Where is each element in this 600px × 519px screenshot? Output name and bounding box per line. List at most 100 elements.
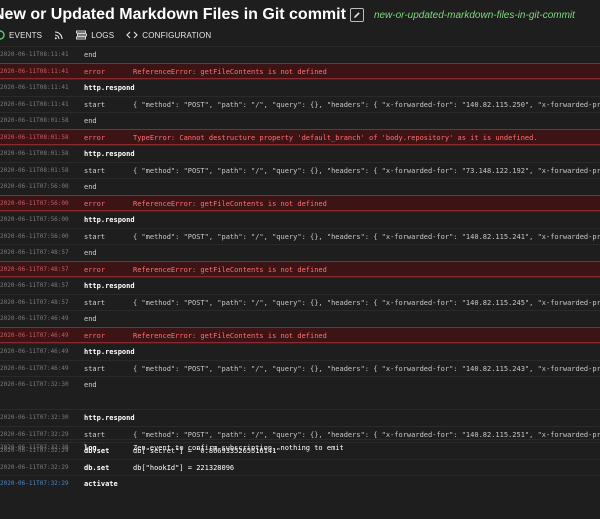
log-type: http.respond [84,414,135,422]
log-message: { "method": "POST", "path": "/", "query"… [133,232,600,241]
workflow-slug: new-or-updated-markdown-files-in-git-com… [373,9,575,21]
log-row[interactable]: 2020-06-11T07:46:49 end [0,310,600,327]
log-type: error [84,199,106,208]
log-row[interactable]: 2020-06-11T07:48:57 http.respond [0,277,600,294]
log-row[interactable]: 2020-06-11T07:56:00 end [0,178,600,195]
tab-logs-label: LOGS [91,30,115,40]
log-timestamp: 2020-06-11T07:48:57 [0,265,69,273]
log-message: db["secret"] = "0.8669335265516141" [133,447,281,455]
tab-logs[interactable] [54,30,68,40]
log-row-error[interactable]: 2020-06-11T07:46:49 error ReferenceError: … [0,326,600,343]
log-type: http.respond [84,150,135,158]
log-row[interactable]: 2020-06-11T07:46:49 start { "method": "POS… [0,359,600,377]
log-message: ReferenceError: getFileContents is not d… [133,199,327,208]
log-row[interactable]: 2020-06-11T08:01:58 end [0,112,600,129]
log-timestamp: 2020-06-11T08:01:58 [0,166,69,174]
log-row[interactable]: 2020-06-11T08:11:41 start { "method": "POS… [0,95,600,113]
log-type: error [84,265,106,274]
log-timestamp: 2020-06-11T08:01:58 [0,133,69,141]
log-type: error [84,331,106,340]
log-type: end [84,249,97,257]
log-message: TypeError: Cannot destructure property '… [133,133,538,142]
log-timestamp: 2020-06-11T07:56:00 [0,216,69,223]
log-type: end [84,381,97,389]
log-row[interactable]: 2020-06-11T07:32:29 activate [0,475,600,492]
log-type: http.respond [84,216,135,224]
rss-icon [55,31,63,40]
log-row[interactable]: 2020-06-11T08:01:58 http.respond [0,145,600,162]
log-row[interactable]: 2020-06-11T07:32:29 db.set db["secret"] = … [0,442,600,459]
log-type: db.set [84,463,110,472]
log-message: db["hookId"] = 221328096 [133,463,235,472]
log-timestamp: 2020-06-11T07:56:00 [0,183,69,190]
tab-logs-item[interactable]: LOGS [76,30,114,40]
log-list: 2020-06-11T08:11:41 end 2020-06-11T08:11:4… [0,46,600,492]
log-row-error[interactable]: 2020-06-11T08:11:41 error ReferenceError: … [0,62,600,79]
log-row[interactable]: 2020-06-11T07:32:30 http.respond [0,409,600,426]
log-timestamp: 2020-06-11T08:11:41 [0,67,69,75]
log-row-error[interactable]: 2020-06-11T07:48:57 error ReferenceError: … [0,260,600,277]
log-timestamp: 2020-06-11T07:46:49 [0,364,69,372]
log-row[interactable]: 2020-06-11T07:32:29 db.set db["hookId"] = … [0,458,600,476]
log-row[interactable]: 2020-06-11T07:48:57 end [0,244,600,261]
log-type: http.respond [84,84,135,92]
log-timestamp: 2020-06-11T07:46:49 [0,348,69,355]
log-message: ReferenceError: getFileContents is not d… [133,67,327,76]
log-timestamp: 2020-06-11T07:32:30 [0,381,69,388]
log-type: start [84,298,106,307]
log-type: start [84,232,106,241]
log-message: { "method": "POST", "path": "/", "query"… [133,298,600,307]
tab-events[interactable]: EVENTS [0,30,42,40]
log-timestamp: 2020-06-11T07:56:00 [0,199,69,207]
log-message: { "method": "POST", "path": "/", "query"… [133,166,600,175]
tab-configuration-label: CONFIGURATION [142,30,212,40]
log-row[interactable]: 2020-06-11T08:01:58 start { "method": "POS… [0,161,600,179]
page-title: New or Updated Markdown Files in Git com… [0,6,346,23]
log-timestamp: 2020-06-11T07:48:57 [0,282,69,289]
log-row[interactable]: 2020-06-11T07:48:57 start { "method": "POS… [0,293,600,311]
log-type: db.set [84,447,110,455]
log-timestamp: 2020-06-11T07:32:29 [0,430,69,438]
log-message: { "method": "POST", "path": "/", "query"… [133,100,600,109]
log-row[interactable]: 2020-06-11T08:11:41 http.respond [0,79,600,96]
log-type: http.respond [84,348,135,356]
log-message: { "method": "POST", "path": "/", "query"… [133,430,600,439]
log-timestamp: 2020-06-11T07:48:57 [0,249,69,256]
log-timestamp: 2020-06-11T07:32:29 [0,463,69,471]
log-timestamp: 2020-06-11T08:11:41 [0,100,69,108]
log-timestamp: 2020-06-11T08:01:58 [0,117,69,124]
log-timestamp: 2020-06-11T08:11:41 [0,84,69,91]
log-row[interactable]: 2020-06-11T07:32:29 start { "method": "POS… [0,425,600,443]
tab-configuration[interactable]: CONFIGURATION [126,30,211,40]
rss-icon [0,30,5,40]
log-type: activate [84,480,118,488]
log-type: error [84,133,106,142]
log-message: ReferenceError: getFileContents is not d… [133,265,327,274]
log-row[interactable]: 2020-06-11T07:46:49 http.respond [0,343,600,360]
log-message: { "method": "POST", "path": "/", "query"… [133,364,600,373]
log-row-error[interactable]: 2020-06-11T07:56:00 error ReferenceError: … [0,194,600,211]
log-type: end [84,315,97,323]
log-timestamp: 2020-06-11T07:46:49 [0,331,69,339]
log-message: ReferenceError: getFileContents is not d… [133,331,327,340]
log-type: http.respond [84,282,135,290]
log-row[interactable]: 2020-06-11T07:32:30 end [0,376,600,393]
log-row[interactable]: 2020-06-11T08:11:41 end [0,46,600,63]
log-type: start [84,166,106,175]
log-row[interactable]: 2020-06-11T07:56:00 http.respond [0,211,600,228]
log-type: start [84,100,106,109]
log-timestamp: 2020-06-11T08:11:41 [0,51,69,58]
tab-bar: EVENTS LOGS CONFIGURATION [0,27,211,43]
logs-icon [76,30,88,40]
log-timestamp: 2020-06-11T08:01:58 [0,150,69,157]
log-type: end [84,117,97,125]
log-row[interactable]: 2020-06-11T07:56:00 start { "method": "POS… [0,227,600,245]
edit-icon[interactable] [349,8,364,22]
title-row: New or Updated Markdown Files in Git com… [0,4,575,26]
page-header: New or Updated Markdown Files in Git com… [0,0,600,48]
log-timestamp: 2020-06-11T07:46:49 [0,315,69,322]
log-row-error[interactable]: 2020-06-11T08:01:58 error TypeError: Canno… [0,128,600,145]
log-timestamp: 2020-06-11T07:32:29 [0,447,69,454]
tab-events-label: EVENTS [9,30,43,40]
log-timestamp: 2020-06-11T07:48:57 [0,298,69,306]
